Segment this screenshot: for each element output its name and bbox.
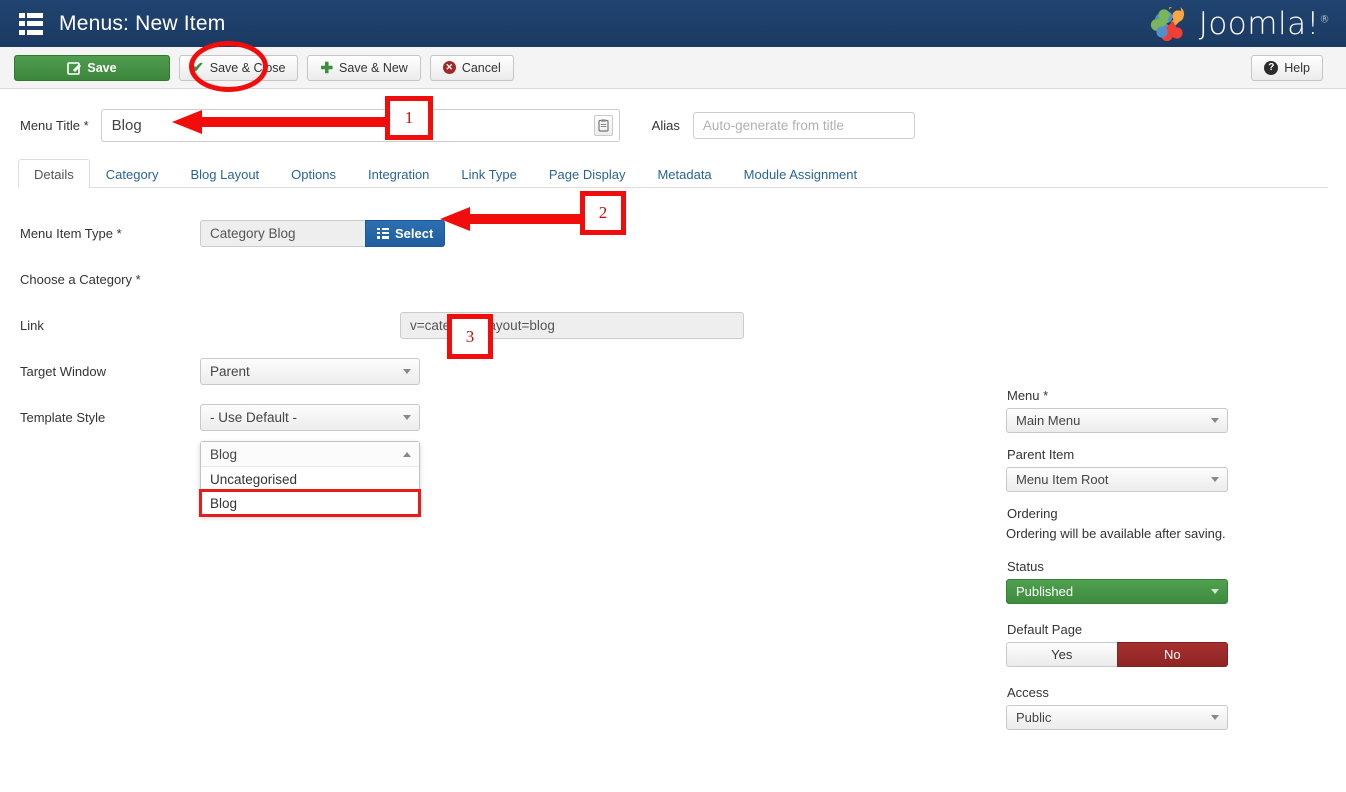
chevron-down-icon (1211, 418, 1219, 423)
chevron-down-icon (1211, 477, 1219, 482)
list-icon (377, 228, 389, 239)
menu-item-type-group: Category Blog Select (200, 220, 445, 247)
app-header: Menus: New Item Joomla!® (0, 0, 1346, 47)
tab-link-type[interactable]: Link Type (445, 159, 532, 188)
parent-item-value: Menu Item Root (1016, 472, 1109, 487)
row-choose-category: Choose a Category * (20, 256, 1346, 302)
joomla-brand: Joomla!® (1149, 0, 1330, 47)
chevron-down-icon (403, 369, 411, 374)
save-new-button-label: Save & New (339, 61, 408, 75)
save-button[interactable]: Save (14, 55, 170, 81)
choose-category-label: Choose a Category * (20, 272, 200, 287)
annotation-arrow-2 (440, 205, 588, 233)
tab-integration[interactable]: Integration (352, 159, 445, 188)
target-window-value: Parent (210, 364, 250, 379)
default-page-yes-button[interactable]: Yes (1006, 642, 1117, 667)
brand-name: Joomla!® (1199, 6, 1330, 42)
tab-category[interactable]: Category (90, 159, 175, 188)
x-circle-icon: ✕ (443, 61, 456, 74)
status-label: Status (1007, 559, 1234, 574)
menu-item-type-label: Menu Item Type * (20, 226, 200, 241)
template-style-select[interactable]: - Use Default - (200, 404, 420, 431)
link-label: Link (20, 318, 200, 333)
alias-label: Alias (652, 118, 680, 133)
menu-title-label: Menu Title * (20, 118, 89, 133)
row-menu-item-type: Menu Item Type * Category Blog Select (20, 210, 1346, 256)
save-button-label: Save (87, 61, 116, 75)
menu-item-type-value: Category Blog (200, 220, 365, 247)
sidebar-ordering-block: Ordering Ordering will be available afte… (1006, 506, 1234, 541)
select-button-label: Select (395, 226, 433, 241)
chevron-up-icon (403, 452, 411, 457)
menu-value: Main Menu (1016, 413, 1080, 428)
parent-item-select[interactable]: Menu Item Root (1006, 467, 1228, 492)
list-grid-icon (19, 13, 43, 35)
save-new-button[interactable]: ✚ Save & New (307, 55, 420, 81)
help-button-label: Help (1284, 61, 1310, 75)
tab-page-display[interactable]: Page Display (533, 159, 642, 188)
select-menu-item-type-button[interactable]: Select (365, 220, 445, 247)
joomla-logo-icon (1149, 7, 1193, 41)
tab-bar: Details Category Blog Layout Options Int… (18, 155, 1328, 188)
category-option-blog[interactable]: Blog (201, 491, 419, 515)
annotation-marker-1: 1 (385, 96, 433, 140)
access-label: Access (1007, 685, 1234, 700)
template-style-label: Template Style (20, 410, 200, 425)
cancel-button-label: Cancel (462, 61, 501, 75)
chevron-down-icon (1211, 715, 1219, 720)
chevron-down-icon (1211, 589, 1219, 594)
template-style-value: - Use Default - (210, 410, 297, 425)
annotation-ellipse-save-close (189, 41, 268, 92)
category-selected-value: Blog (210, 447, 237, 462)
row-link: Link v=category&layout=blog (20, 302, 1346, 348)
sidebar-panel: Menu * Main Menu Parent Item Menu Item R… (1006, 388, 1234, 744)
sidebar-menu-block: Menu * Main Menu (1006, 388, 1234, 433)
category-dropdown-selected[interactable]: Blog (201, 442, 419, 467)
target-window-label: Target Window (20, 364, 200, 379)
cancel-button[interactable]: ✕ Cancel (430, 55, 514, 81)
sidebar-default-page-block: Default Page Yes No (1006, 622, 1234, 667)
alias-input[interactable] (693, 112, 915, 139)
menu-select[interactable]: Main Menu (1006, 408, 1228, 433)
ordering-label: Ordering (1007, 506, 1234, 521)
category-option-uncategorised[interactable]: Uncategorised (201, 467, 419, 491)
default-page-no-button[interactable]: No (1117, 642, 1229, 667)
tab-module-assignment[interactable]: Module Assignment (728, 159, 873, 188)
default-page-label: Default Page (1007, 622, 1234, 637)
registered-mark: ® (1320, 14, 1331, 25)
sidebar-status-block: Status Published (1006, 559, 1234, 604)
target-window-select[interactable]: Parent (200, 358, 420, 385)
sidebar-access-block: Access Public (1006, 685, 1234, 730)
tab-details[interactable]: Details (18, 159, 90, 188)
annotation-marker-2: 2 (580, 191, 626, 235)
pencil-square-icon (67, 61, 81, 75)
plus-icon: ✚ (320, 59, 333, 77)
status-value: Published (1016, 584, 1073, 599)
tab-options[interactable]: Options (275, 159, 352, 188)
default-page-toggle: Yes No (1006, 642, 1228, 667)
ordering-note: Ordering will be available after saving. (1006, 526, 1234, 541)
tab-metadata[interactable]: Metadata (641, 159, 727, 188)
chevron-down-icon (403, 415, 411, 420)
status-select[interactable]: Published (1006, 579, 1228, 604)
help-button[interactable]: ? Help (1251, 55, 1323, 81)
page-title: Menus: New Item (59, 12, 225, 36)
details-panel: Menu Item Type * Category Blog Select Ch… (0, 188, 1346, 792)
category-dropdown[interactable]: Blog Uncategorised Blog (200, 441, 420, 516)
sidebar-parent-item-block: Parent Item Menu Item Root (1006, 447, 1234, 492)
access-value: Public (1016, 710, 1051, 725)
annotation-arrow-1 (172, 108, 392, 136)
annotation-marker-3: 3 (447, 314, 493, 359)
clipboard-icon[interactable] (594, 115, 613, 136)
tab-blog-layout[interactable]: Blog Layout (175, 159, 276, 188)
menu-label: Menu * (1007, 388, 1234, 403)
parent-item-label: Parent Item (1007, 447, 1234, 462)
question-circle-icon: ? (1264, 61, 1278, 75)
access-select[interactable]: Public (1006, 705, 1228, 730)
